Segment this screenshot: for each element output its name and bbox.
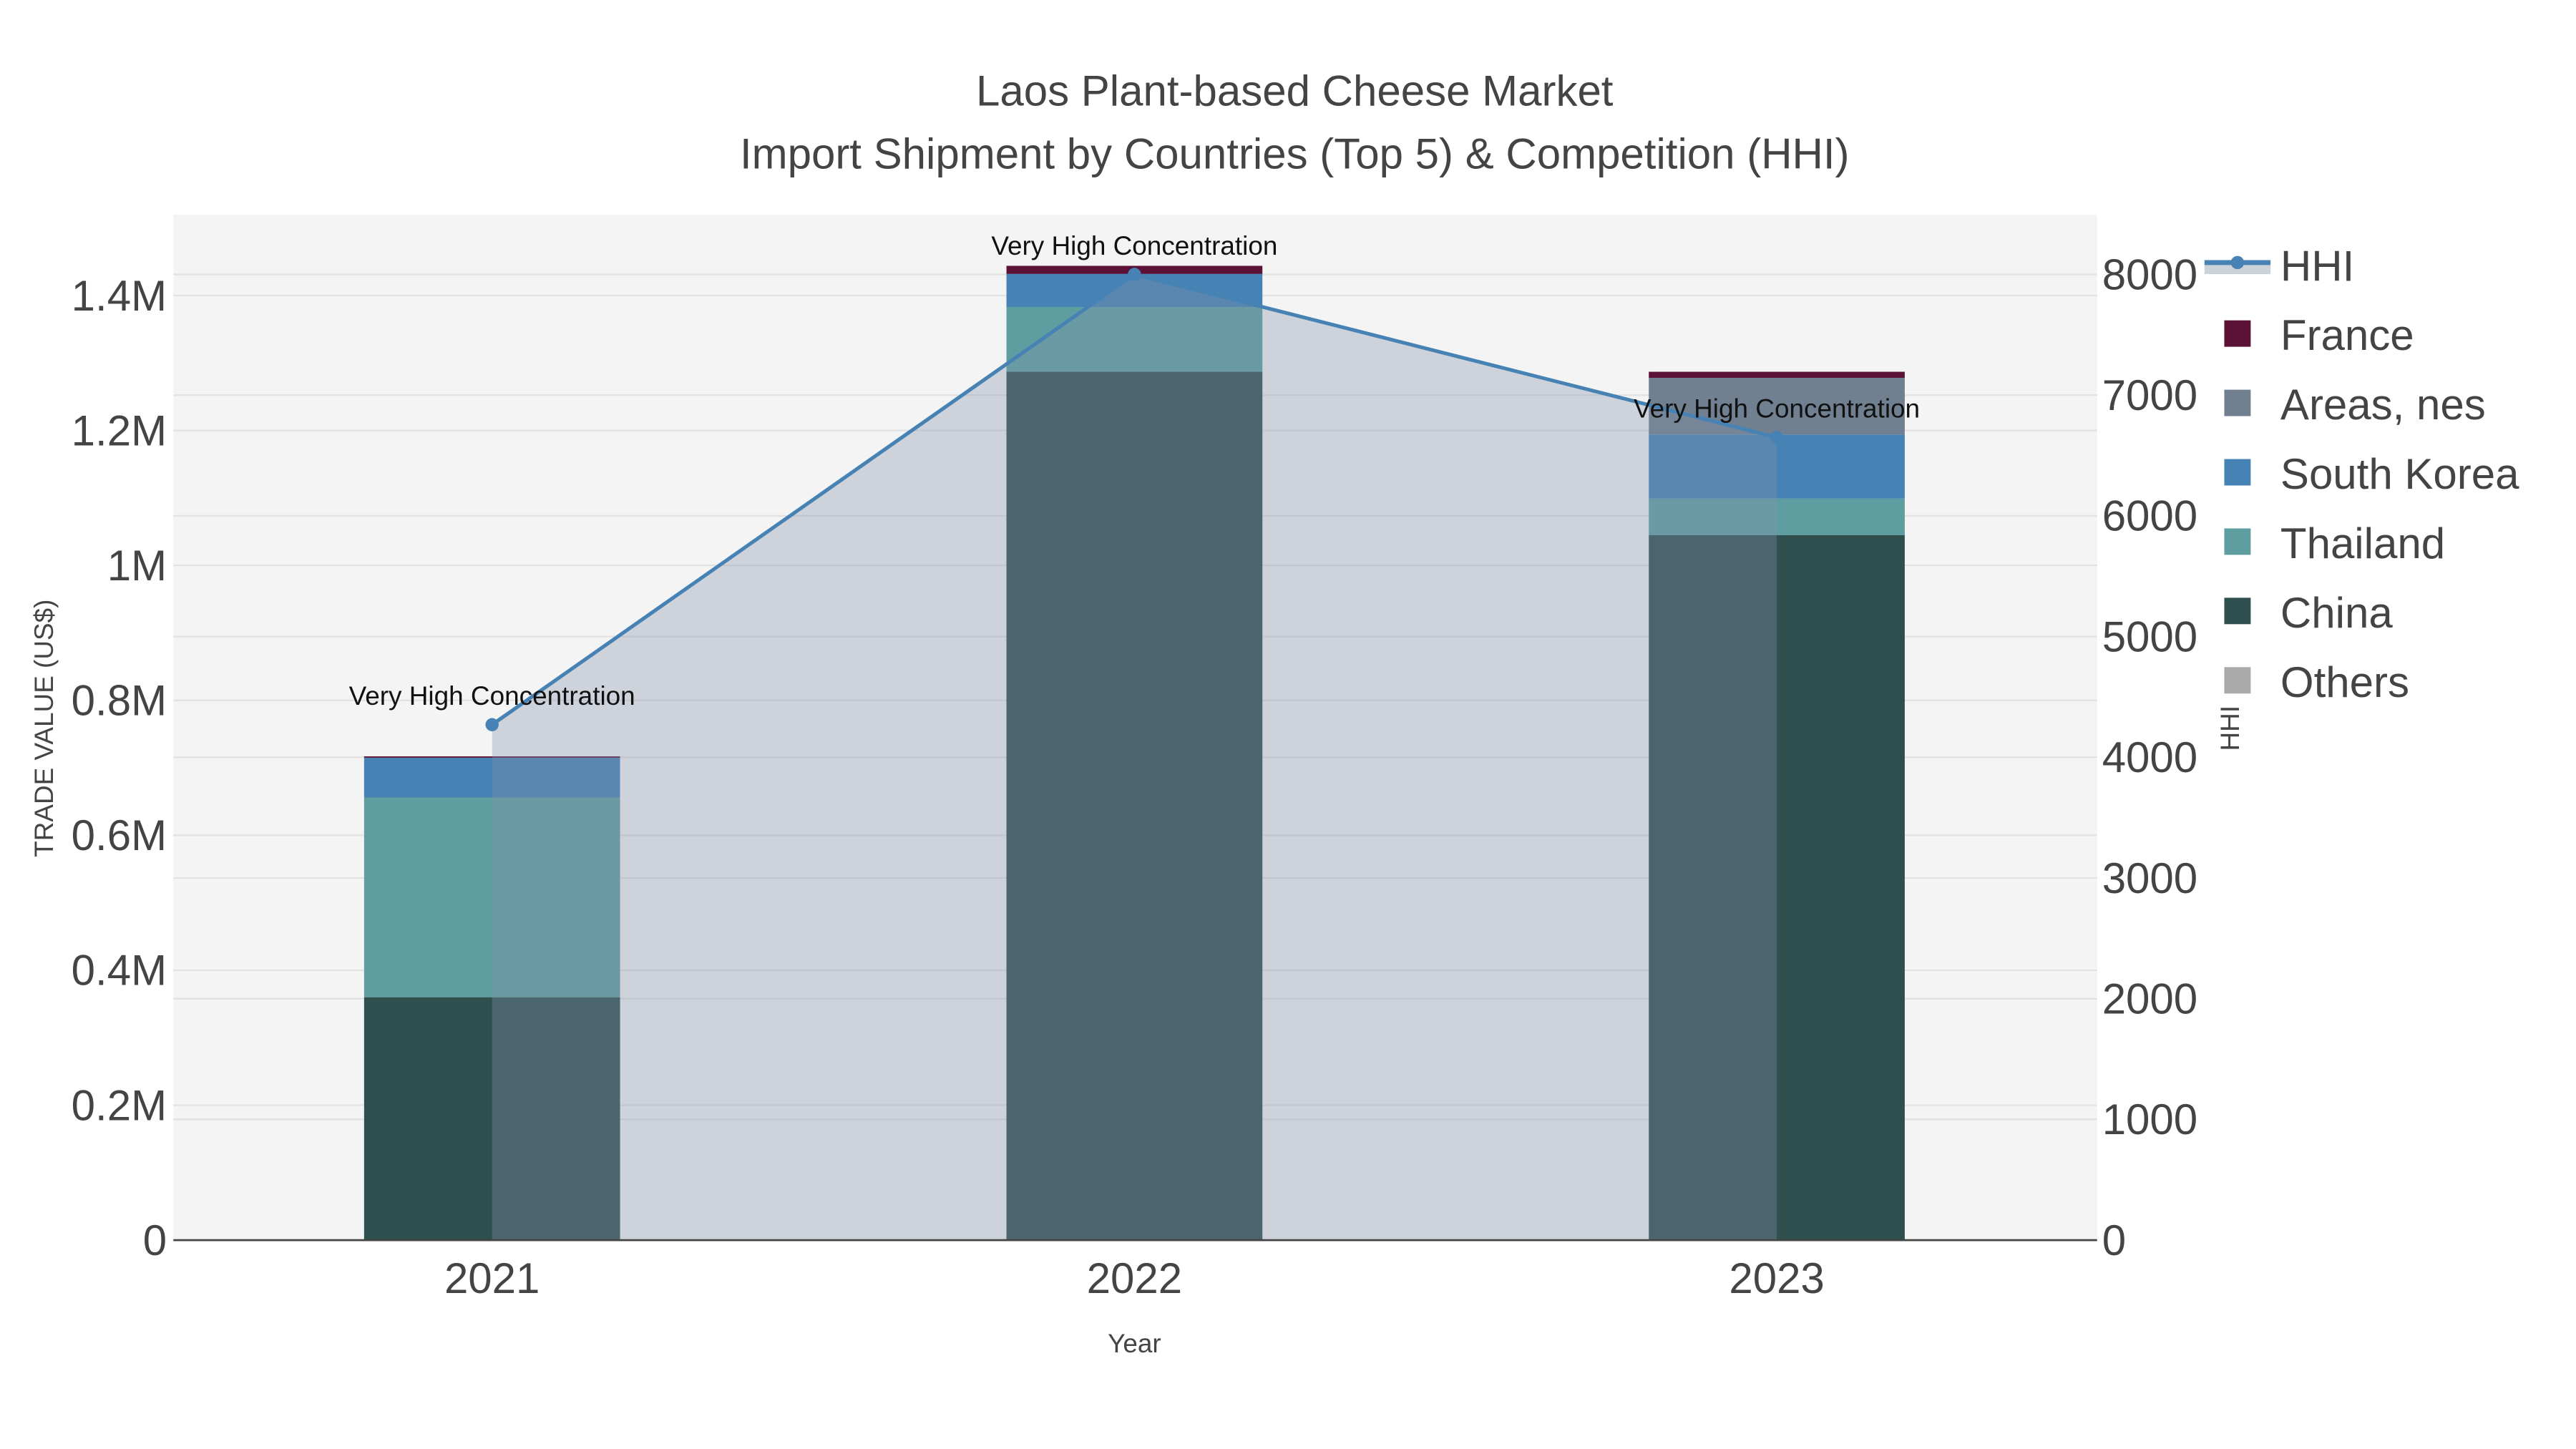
y2-tick-label: 5000 bbox=[2102, 613, 2197, 660]
y2-axis-ticks: 0 1000 2000 3000 4000 5000 6000 7000 8000 bbox=[2102, 250, 2197, 1264]
y-tick-label: 0.4M bbox=[72, 947, 167, 995]
y2-tick-label: 3000 bbox=[2102, 854, 2197, 902]
y2-tick-label: 0 bbox=[2102, 1216, 2126, 1264]
legend-swatch-france bbox=[2224, 320, 2251, 347]
legend-label: South Korea bbox=[2280, 450, 2519, 498]
y2-tick-label: 2000 bbox=[2102, 975, 2197, 1023]
y2-tick-label: 8000 bbox=[2102, 250, 2197, 298]
legend-swatch-others bbox=[2224, 667, 2251, 694]
x-axis-title: Year bbox=[1108, 1329, 1161, 1358]
legend-swatch-thailand bbox=[2224, 528, 2251, 555]
x-tick-label: 2023 bbox=[1729, 1254, 1824, 1302]
y-tick-label: 1.4M bbox=[72, 272, 167, 320]
chart-title-line1: Laos Plant-based Cheese Market bbox=[976, 67, 1614, 115]
x-tick-label: 2022 bbox=[1087, 1254, 1182, 1302]
y2-tick-label: 7000 bbox=[2102, 371, 2197, 419]
y-tick-label: 0 bbox=[143, 1216, 167, 1264]
legend: HHI France Areas, nes South Korea Thailand Ch… bbox=[2204, 242, 2519, 706]
hhi-annotation: Very High Concentration bbox=[1634, 394, 1920, 424]
y2-tick-label: 6000 bbox=[2102, 492, 2197, 540]
legend-label: Others bbox=[2280, 658, 2409, 706]
bar-france-2023 bbox=[1649, 371, 1905, 379]
legend-swatch-china bbox=[2224, 597, 2251, 625]
y2-axis-title: HHI bbox=[2215, 706, 2245, 751]
hhi-point bbox=[1770, 431, 1784, 444]
y-axis-title: TRADE VALUE (US$) bbox=[29, 600, 59, 857]
y-tick-label: 1M bbox=[107, 542, 167, 590]
legend-label: Areas, nes bbox=[2280, 381, 2486, 429]
legend-hhi-marker bbox=[2230, 255, 2245, 270]
legend-label: HHI bbox=[2280, 242, 2354, 290]
legend-label: Thailand bbox=[2280, 519, 2445, 567]
hhi-point bbox=[485, 718, 499, 731]
chart-title-line2: Import Shipment by Countries (Top 5) & C… bbox=[740, 130, 1850, 177]
y-tick-label: 0.6M bbox=[72, 811, 167, 859]
legend-swatch-south-korea bbox=[2224, 459, 2251, 486]
legend-label: China bbox=[2280, 589, 2393, 637]
y2-tick-label: 4000 bbox=[2102, 733, 2197, 781]
legend-swatch-areas-nes bbox=[2224, 389, 2251, 416]
chart: Very High Concentration Very High Concent… bbox=[29, 67, 2519, 1358]
x-tick-label: 2021 bbox=[444, 1254, 540, 1302]
hhi-annotation: Very High Concentration bbox=[349, 681, 635, 711]
legend-label: France bbox=[2280, 311, 2414, 359]
y-tick-label: 1.2M bbox=[72, 406, 167, 454]
hhi-annotation: Very High Concentration bbox=[991, 231, 1277, 260]
y2-tick-label: 1000 bbox=[2102, 1096, 2197, 1143]
y-tick-label: 0.8M bbox=[72, 677, 167, 725]
y-tick-label: 0.2M bbox=[72, 1081, 167, 1129]
y-axis-ticks: 0 0.2M 0.4M 0.6M 0.8M 1M 1.2M 1.4M bbox=[72, 272, 167, 1264]
hhi-point bbox=[1128, 268, 1141, 281]
x-axis-ticks: 2021 2022 2023 bbox=[444, 1254, 1825, 1302]
